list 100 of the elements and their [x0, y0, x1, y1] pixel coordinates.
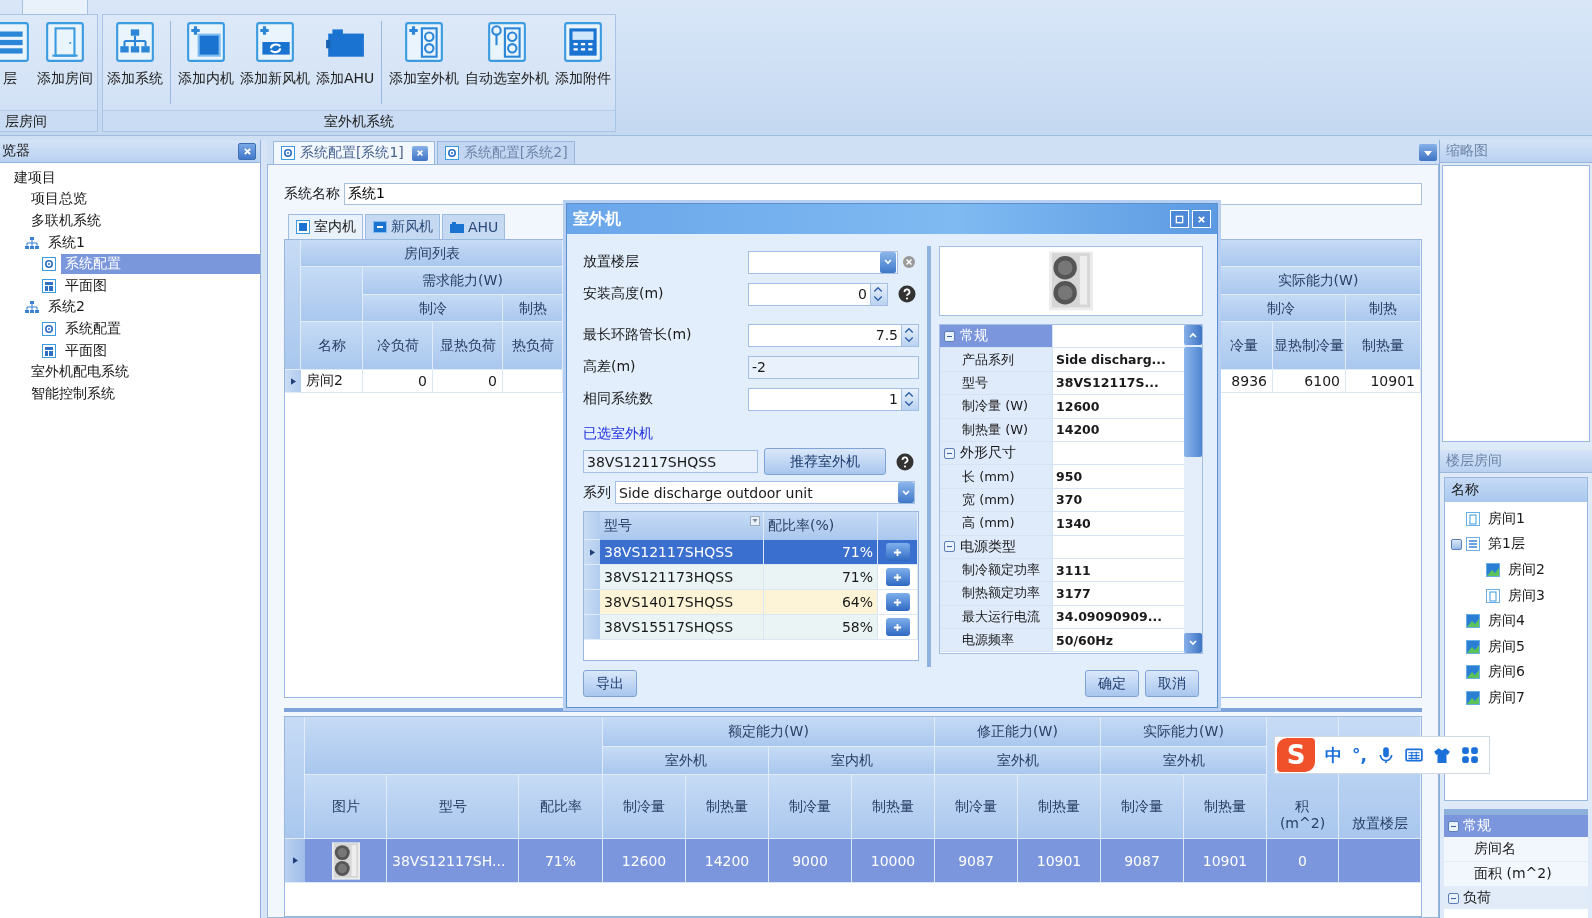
field-label: 放置楼层	[583, 253, 640, 271]
room-icon	[1465, 613, 1481, 630]
punctuation-toggle[interactable]: °,	[1352, 745, 1367, 765]
row-indicator[interactable]	[285, 370, 301, 393]
property-group[interactable]: 外形尺寸	[940, 441, 1052, 465]
collapse-icon[interactable]	[1451, 538, 1462, 550]
add-button[interactable]	[885, 593, 910, 611]
section-link[interactable]: 已选室外机	[583, 425, 653, 443]
dropdown-button[interactable]	[1419, 144, 1437, 161]
tree-item[interactable]: 房间6	[1484, 662, 1529, 683]
input-mode-toggle[interactable]: 中	[1325, 743, 1342, 767]
table-cell[interactable]: 38VS121173HQSS	[600, 565, 764, 590]
tab[interactable]: AHU	[442, 214, 506, 239]
grid-icon[interactable]	[1460, 746, 1479, 764]
help-icon[interactable]	[898, 285, 916, 303]
table-cell: 0	[363, 370, 433, 393]
table-cell[interactable]: 38VS12117SHQSS	[600, 540, 764, 565]
close-button[interactable]	[411, 145, 428, 161]
tree-item[interactable]: 平面图	[61, 275, 111, 296]
panel-title: 览器	[1, 142, 30, 160]
tree-item[interactable]: 智能控制系统	[27, 383, 119, 404]
number-field[interactable]: 0	[748, 282, 888, 306]
ok-button[interactable]: 确定	[1085, 670, 1139, 697]
door-icon	[1465, 510, 1481, 527]
room-icon	[1485, 562, 1501, 578]
panel-title: 缩略图	[1445, 142, 1488, 160]
tree-item[interactable]: 房间5	[1484, 636, 1529, 657]
shirt-icon[interactable]	[1432, 746, 1451, 764]
series-dropdown[interactable]: Side discharge outdoor unit	[615, 481, 915, 504]
tree-item[interactable]: 系统配置	[61, 318, 125, 339]
tab[interactable]: 室内机	[288, 214, 363, 239]
gear-icon	[41, 256, 57, 273]
tree-item[interactable]: 第1层	[1484, 534, 1529, 555]
ribbon-button[interactable]: 添加内机	[176, 17, 236, 108]
tab[interactable]: 新风机	[365, 214, 440, 239]
keyboard-icon[interactable]	[1404, 746, 1423, 764]
column-header: 制热量	[1184, 775, 1267, 839]
column-header: 室内机	[769, 747, 935, 775]
dialog-title: 室外机	[573, 208, 621, 230]
ribbon-button[interactable]: 自动选室外机	[463, 17, 552, 108]
table-cell[interactable]: 38VS15517SHQSS	[600, 615, 764, 640]
tree-item[interactable]: 平面图	[61, 340, 111, 361]
ribbon-button[interactable]: 添加系统	[105, 17, 165, 108]
dropdown-button[interactable]	[898, 482, 914, 503]
number-field[interactable]: 7.5	[748, 323, 919, 347]
number-field[interactable]: 1	[748, 387, 919, 411]
property-group[interactable]: 电源类型	[940, 535, 1052, 558]
clear-icon[interactable]	[902, 255, 916, 269]
fresh-air-unit-icon	[254, 21, 296, 63]
column-header: 额定能力(W)	[603, 717, 935, 747]
scrollbar[interactable]	[1184, 325, 1202, 653]
ribbon-button[interactable]: 添加室外机	[387, 17, 462, 108]
tree-item[interactable]: 房间7	[1484, 687, 1529, 708]
tree-item[interactable]: 建项目	[10, 167, 60, 188]
maximize-button[interactable]	[1170, 210, 1189, 228]
field-label: 最长环路管长(m)	[583, 326, 693, 344]
property-group[interactable]: 负荷	[1444, 887, 1588, 909]
property-name: 制冷量 (W)	[940, 395, 1052, 418]
ribbon-button[interactable]: 层	[0, 17, 33, 108]
tree-item[interactable]: 系统2	[44, 297, 89, 318]
tree-item[interactable]: 系统1	[44, 232, 89, 253]
floor-icon	[1465, 536, 1481, 553]
ribbon-button[interactable]: 添加AHU	[314, 17, 377, 108]
tree-item[interactable]: 室外机配电系统	[27, 362, 133, 383]
help-icon[interactable]	[896, 452, 914, 471]
cancel-button[interactable]: 取消	[1145, 670, 1199, 697]
tree-item[interactable]: 多联机系统	[27, 211, 105, 231]
tree-item[interactable]: 房间1	[1484, 508, 1529, 529]
column-header: 制冷	[363, 295, 503, 322]
air-handler-icon	[449, 219, 465, 235]
export-button[interactable]: 导出	[583, 670, 637, 697]
ribbon-button[interactable]: 添加房间	[35, 17, 95, 108]
add-button[interactable]	[885, 618, 910, 636]
floor-dropdown[interactable]	[748, 250, 898, 274]
readonly-field: -2	[748, 355, 919, 379]
field-label: 高差(m)	[583, 358, 637, 376]
table-cell: 10901	[1346, 370, 1421, 393]
tree-item[interactable]: 房间3	[1504, 585, 1549, 606]
ribbon-button[interactable]: 添加附件	[553, 17, 614, 108]
filter-icon[interactable]	[750, 516, 760, 526]
table-cell[interactable]: 38VS14017SHQSS	[600, 590, 764, 615]
recommend-button[interactable]: 推荐室外机	[764, 448, 886, 475]
close-button[interactable]	[238, 142, 256, 160]
dropdown-button[interactable]	[880, 251, 896, 273]
add-button[interactable]	[885, 543, 910, 561]
input-method-logo[interactable]: S	[1277, 738, 1315, 772]
hierarchy-icon	[24, 234, 40, 251]
add-button[interactable]	[885, 568, 910, 586]
tree-item[interactable]: 房间4	[1484, 611, 1529, 632]
plus-icon	[893, 622, 902, 632]
column-header: 制热量	[686, 775, 769, 839]
document-tab[interactable]: 系统配置[系统1]	[273, 141, 435, 164]
tree-item[interactable]: 房间2	[1504, 560, 1549, 580]
property-name: 制热量 (W)	[940, 418, 1052, 441]
table-cell: 6100	[1273, 370, 1346, 393]
fresh-air-unit-icon	[372, 219, 388, 235]
row-indicator[interactable]	[584, 540, 600, 565]
tree-item[interactable]: 项目总览	[27, 189, 91, 210]
ribbon-button[interactable]: 添加新风机	[238, 17, 312, 108]
floor-icon	[0, 21, 31, 63]
